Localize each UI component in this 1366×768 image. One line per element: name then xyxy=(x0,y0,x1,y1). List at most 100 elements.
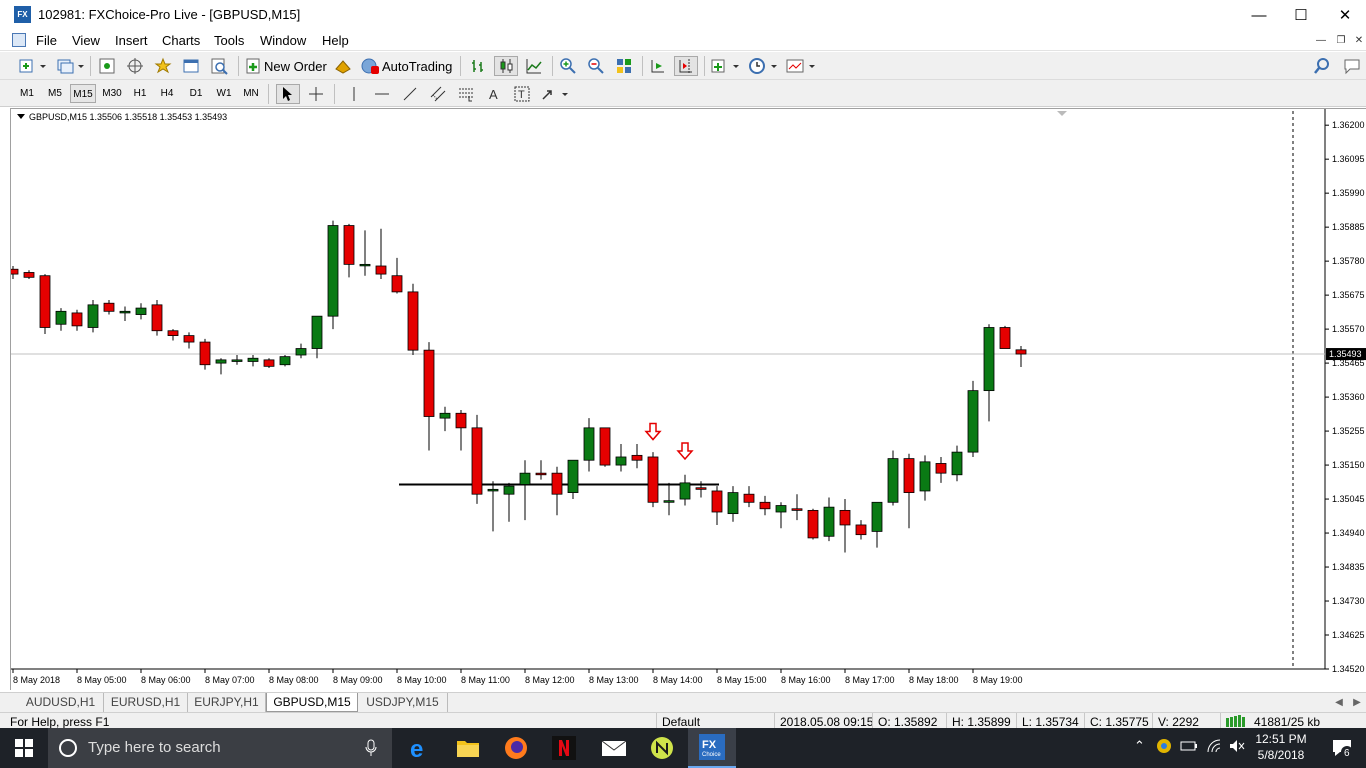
chart-tab-eurusd-h1[interactable]: EURUSD,H1 xyxy=(104,693,188,712)
templates-button[interactable] xyxy=(784,56,818,76)
fibonacci-tool-button[interactable] xyxy=(454,84,478,104)
mail-icon xyxy=(601,740,627,756)
chat-button[interactable] xyxy=(1340,56,1364,76)
menu-insert[interactable]: Insert xyxy=(115,33,148,48)
start-button[interactable] xyxy=(0,728,48,768)
netflix-taskbar-button[interactable] xyxy=(540,728,588,768)
trendline-tool-button[interactable] xyxy=(398,84,422,104)
timeframe-m30[interactable]: M30 xyxy=(99,84,125,103)
expert-advisor-button[interactable] xyxy=(332,56,354,76)
data-window-button[interactable] xyxy=(124,56,146,76)
candle-body xyxy=(311,315,323,349)
candlestick-chart-button[interactable] xyxy=(494,56,518,76)
crosshair-tool-button[interactable] xyxy=(304,84,328,104)
indicators-button[interactable] xyxy=(708,56,742,76)
folder-icon xyxy=(457,741,479,757)
taskbar-search-placeholder: Type here to search xyxy=(88,739,221,756)
tabs-scroll-right-button[interactable]: ▶ xyxy=(1350,693,1364,712)
trading-app-taskbar-button[interactable] xyxy=(638,728,686,768)
chrome-tray-icon[interactable] xyxy=(1156,738,1172,757)
action-center-button[interactable]: 6 xyxy=(1318,728,1366,768)
new-chart-icon xyxy=(19,59,46,73)
status-volume: V: 2292 xyxy=(1158,715,1199,728)
svg-text:Choice: Choice xyxy=(702,752,721,758)
menu-help[interactable]: Help xyxy=(322,33,349,48)
chart-window[interactable]: 1.36200 1.36095 1.35990 1.35885 1.35780 1.356… xyxy=(10,108,1366,690)
chat-icon xyxy=(1344,59,1360,75)
candle-body xyxy=(935,463,947,474)
equidistant-channel-tool-button[interactable] xyxy=(426,84,450,104)
taskbar-search-box[interactable]: Type here to search xyxy=(48,728,392,768)
candle-body xyxy=(759,501,771,510)
mdi-minimize-button[interactable]: — xyxy=(1312,33,1330,49)
menu-bar: File View Insert Charts Tools Window Hel… xyxy=(0,31,1366,51)
close-button[interactable]: ✕ xyxy=(1322,0,1366,31)
timeframe-d1[interactable]: D1 xyxy=(183,84,209,103)
tabs-scroll-left-button[interactable]: ◀ xyxy=(1332,693,1346,712)
autoscroll-button[interactable] xyxy=(646,56,670,76)
minimize-button[interactable]: — xyxy=(1236,0,1282,31)
tile-windows-button[interactable] xyxy=(612,56,636,76)
candle-body xyxy=(823,506,835,537)
menu-file[interactable]: File xyxy=(36,33,57,48)
wifi-icon[interactable] xyxy=(1206,738,1224,757)
new-chart-button[interactable] xyxy=(16,56,48,76)
arrows-tool-button[interactable] xyxy=(538,84,572,104)
vertical-line-tool-button[interactable] xyxy=(342,84,366,104)
cursor-tool-button[interactable] xyxy=(276,84,300,104)
chart-tab-audusd-h1[interactable]: AUDUSD,H1 xyxy=(18,693,104,712)
timeframe-m5[interactable]: M5 xyxy=(42,84,68,103)
chart-shift-button[interactable] xyxy=(674,56,698,76)
bar-chart-icon xyxy=(472,60,483,72)
profiles-button[interactable] xyxy=(54,56,86,76)
autotrading-button[interactable]: AutoTrading xyxy=(360,56,454,76)
timeframe-h1[interactable]: H1 xyxy=(127,84,153,103)
firefox-icon xyxy=(505,737,527,759)
battery-icon[interactable] xyxy=(1180,738,1198,757)
timeframe-m15[interactable]: M15 xyxy=(70,84,96,103)
status-traffic: 41881/25 kb xyxy=(1254,715,1321,728)
menu-view[interactable]: View xyxy=(72,33,100,48)
volume-muted-icon[interactable] xyxy=(1228,738,1246,757)
mdi-restore-button[interactable]: ❐ xyxy=(1332,33,1350,49)
chart-tab-eurjpy-h1[interactable]: EURJPY,H1 xyxy=(188,693,266,712)
zoom-out-button[interactable] xyxy=(584,56,608,76)
line-chart-button[interactable] xyxy=(522,56,546,76)
timeframe-m1[interactable]: M1 xyxy=(14,84,40,103)
fxchoice-taskbar-button[interactable]: FX Choice xyxy=(688,728,736,768)
edge-taskbar-button[interactable]: e xyxy=(396,728,444,768)
timeframe-h4[interactable]: H4 xyxy=(154,84,180,103)
bar-chart-button[interactable] xyxy=(466,56,490,76)
market-watch-button[interactable] xyxy=(96,56,118,76)
chart-tab-usdjpy-m15[interactable]: USDJPY,M15 xyxy=(358,693,448,712)
text-label-tool-button[interactable]: T xyxy=(510,84,534,104)
firefox-taskbar-button[interactable] xyxy=(492,728,540,768)
chart-header: GBPUSD,M15 1.35506 1.35518 1.35453 1.354… xyxy=(17,112,227,122)
timeframe-mn[interactable]: MN xyxy=(238,84,264,103)
show-hidden-icons-button[interactable]: ⌃ xyxy=(1134,738,1145,754)
menu-window[interactable]: Window xyxy=(260,33,306,48)
candlestick-chart[interactable]: 1.36200 1.36095 1.35990 1.35885 1.35780 1.356… xyxy=(11,109,1366,691)
horizontal-line-tool-button[interactable] xyxy=(370,84,394,104)
document-icon[interactable] xyxy=(12,33,26,47)
maximize-button[interactable]: ☐ xyxy=(1278,0,1324,31)
mdi-close-button[interactable]: ✕ xyxy=(1350,33,1366,49)
mail-taskbar-button[interactable] xyxy=(590,728,638,768)
timeframe-w1[interactable]: W1 xyxy=(211,84,237,103)
arrows-icon xyxy=(542,90,568,100)
navigator-button[interactable] xyxy=(152,56,174,76)
menu-tools[interactable]: Tools xyxy=(214,33,244,48)
strategy-tester-button[interactable] xyxy=(208,56,230,76)
new-order-button[interactable]: New Order xyxy=(244,56,328,76)
menu-charts[interactable]: Charts xyxy=(162,33,200,48)
system-clock[interactable]: 12:51 PM 5/8/2018 xyxy=(1250,731,1312,763)
search-button[interactable] xyxy=(1310,56,1334,76)
periods-button[interactable] xyxy=(746,56,780,76)
text-tool-button[interactable]: A xyxy=(482,84,506,104)
zoom-in-button[interactable] xyxy=(556,56,580,76)
chart-tab-gbpusd-m15[interactable]: GBPUSD,M15 xyxy=(266,693,358,712)
file-explorer-taskbar-button[interactable] xyxy=(444,728,492,768)
magnifier-report-icon xyxy=(211,58,228,75)
terminal-button[interactable] xyxy=(180,56,202,76)
candle-body xyxy=(599,427,611,466)
